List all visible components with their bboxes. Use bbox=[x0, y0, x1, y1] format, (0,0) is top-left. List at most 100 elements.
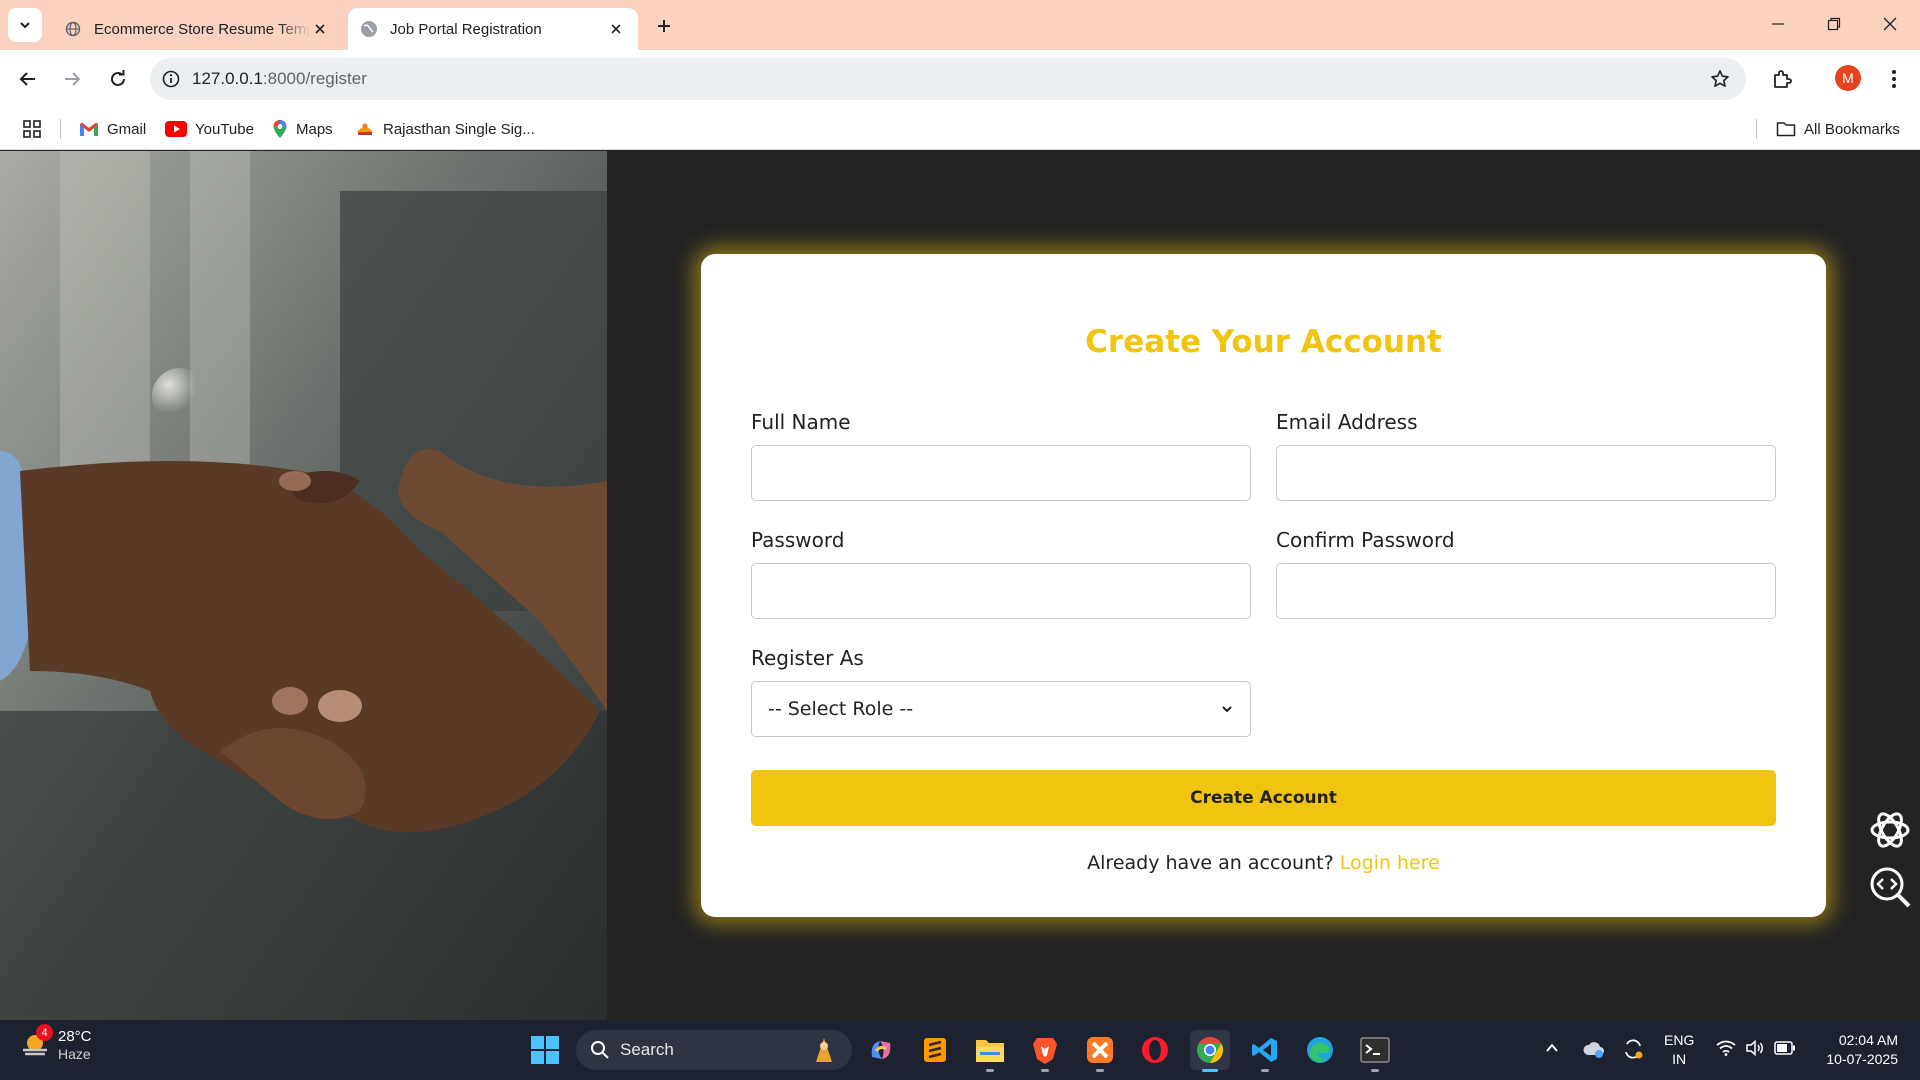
role-select[interactable]: -- Select Role -- bbox=[751, 681, 1251, 737]
reload-button[interactable] bbox=[102, 63, 134, 95]
kebab-menu-icon bbox=[1892, 70, 1896, 88]
browser-menu-button[interactable] bbox=[1878, 63, 1910, 95]
create-account-button[interactable]: Create Account bbox=[751, 770, 1776, 826]
puzzle-icon bbox=[1774, 70, 1792, 88]
bookmark-rajasthan[interactable]: Rajasthan Single Sig... bbox=[355, 116, 535, 142]
handshake-illustration bbox=[0, 151, 607, 1020]
weather-condition: Haze bbox=[58, 1046, 91, 1062]
region-code: IN bbox=[1672, 1051, 1687, 1067]
globe-icon bbox=[360, 20, 378, 38]
login-prompt-line: Already have an account? Login here bbox=[701, 852, 1826, 874]
system-clock[interactable]: 02:04 AM 10-07-2025 bbox=[1812, 1031, 1898, 1069]
taskbar-chrome[interactable] bbox=[1190, 1030, 1230, 1072]
close-icon[interactable] bbox=[606, 19, 626, 39]
start-button[interactable] bbox=[525, 1030, 565, 1070]
language-code: ENG bbox=[1664, 1032, 1695, 1048]
speaker-icon bbox=[1746, 1040, 1763, 1056]
ai-assistant-icon[interactable] bbox=[1866, 806, 1914, 854]
taskbar-brave[interactable] bbox=[1025, 1030, 1065, 1072]
taskbar-sublime[interactable] bbox=[915, 1030, 955, 1070]
bookmark-star-icon[interactable] bbox=[1708, 67, 1732, 91]
restore-button[interactable] bbox=[1814, 8, 1854, 40]
bookmark-label: YouTube bbox=[195, 120, 254, 138]
apps-grid-icon bbox=[23, 120, 41, 138]
confirm-password-label: Confirm Password bbox=[1276, 528, 1455, 552]
tab-search-button[interactable] bbox=[8, 8, 42, 42]
onedrive-tray[interactable] bbox=[1581, 1036, 1607, 1062]
sync-icon bbox=[1625, 1039, 1643, 1059]
address-bar[interactable]: 127.0.0.1:8000/register bbox=[150, 58, 1746, 100]
forward-button[interactable] bbox=[56, 63, 88, 95]
back-button[interactable] bbox=[12, 63, 44, 95]
bookmark-maps[interactable]: Maps bbox=[272, 116, 333, 142]
password-input[interactable] bbox=[751, 563, 1251, 619]
volume-tray[interactable] bbox=[1743, 1036, 1767, 1060]
tab-title: Ecommerce Store Resume Temp bbox=[94, 20, 310, 38]
taskbar-copilot[interactable] bbox=[861, 1030, 901, 1070]
login-prompt: Already have an account? bbox=[1087, 852, 1334, 874]
divider bbox=[60, 119, 61, 139]
folder-icon bbox=[1776, 122, 1796, 137]
login-link[interactable]: Login here bbox=[1340, 852, 1440, 874]
weather-widget[interactable]: 4 28°C Haze bbox=[20, 1024, 92, 1062]
bookmark-label: Maps bbox=[296, 120, 333, 138]
sync-tray[interactable] bbox=[1620, 1036, 1646, 1062]
windows-taskbar: 4 28°C Haze Search ENG IN 02:04 AM 10-07… bbox=[0, 1020, 1920, 1080]
chevron-down-icon bbox=[1222, 706, 1232, 713]
code-search-icon[interactable] bbox=[1866, 863, 1914, 911]
running-indicator bbox=[1261, 1069, 1269, 1072]
password-label: Password bbox=[751, 528, 845, 552]
minimize-button[interactable] bbox=[1758, 8, 1798, 40]
show-hidden-icons[interactable] bbox=[1540, 1036, 1564, 1060]
search-placeholder: Search bbox=[620, 1040, 674, 1059]
tab-strip: Ecommerce Store Resume Temp Job Portal R… bbox=[0, 0, 1920, 50]
close-window-button[interactable] bbox=[1870, 8, 1910, 40]
brave-icon bbox=[1033, 1038, 1057, 1064]
full-name-input[interactable] bbox=[751, 445, 1251, 501]
confirm-password-input[interactable] bbox=[1276, 563, 1776, 619]
weather-icon: 4 bbox=[20, 1024, 53, 1060]
role-selected-value: -- Select Role -- bbox=[768, 698, 914, 720]
url-path: :8000/register bbox=[262, 69, 367, 88]
wifi-tray[interactable] bbox=[1714, 1036, 1738, 1060]
vscode-icon bbox=[1252, 1038, 1277, 1062]
taskbar-vscode[interactable] bbox=[1245, 1030, 1285, 1072]
handshake-image bbox=[0, 151, 607, 1020]
taskbar-opera[interactable] bbox=[1135, 1030, 1175, 1070]
apps-button[interactable] bbox=[22, 116, 42, 142]
close-icon[interactable] bbox=[310, 19, 330, 39]
page-content: Create Your Account Full Name Email Addr… bbox=[0, 151, 1920, 1020]
chevron-up-icon bbox=[1546, 1043, 1558, 1052]
terminal-icon bbox=[1360, 1037, 1390, 1063]
wifi-icon bbox=[1716, 1040, 1736, 1056]
email-label: Email Address bbox=[1276, 410, 1418, 434]
email-input[interactable] bbox=[1276, 445, 1776, 501]
search-highlight-icon bbox=[816, 1038, 832, 1062]
new-tab-button[interactable] bbox=[650, 12, 678, 40]
taskbar-edge[interactable] bbox=[1300, 1030, 1340, 1070]
xampp-icon bbox=[1087, 1037, 1113, 1063]
restore-icon bbox=[1827, 17, 1841, 31]
taskbar-terminal[interactable] bbox=[1355, 1030, 1395, 1072]
tab-job-portal[interactable]: Job Portal Registration bbox=[348, 8, 638, 50]
taskbar-file-explorer[interactable] bbox=[970, 1030, 1010, 1072]
windows-icon bbox=[531, 1036, 559, 1064]
bookmark-youtube[interactable]: YouTube bbox=[165, 116, 254, 142]
all-bookmarks-button[interactable]: All Bookmarks bbox=[1776, 116, 1900, 142]
url-host: 127.0.0.1 bbox=[192, 69, 263, 88]
form-title: Create Your Account bbox=[1085, 324, 1442, 360]
role-label: Register As bbox=[751, 646, 864, 670]
extensions-button[interactable] bbox=[1766, 63, 1798, 95]
taskbar-xampp[interactable] bbox=[1080, 1030, 1120, 1072]
taskbar-search[interactable]: Search bbox=[576, 1030, 852, 1070]
bookmark-gmail[interactable]: Gmail bbox=[79, 116, 146, 142]
gmail-icon bbox=[80, 122, 98, 136]
profile-avatar[interactable]: M bbox=[1835, 65, 1861, 91]
chevron-down-icon bbox=[20, 22, 30, 29]
site-info-icon[interactable] bbox=[150, 58, 192, 100]
input-language[interactable]: ENG IN bbox=[1664, 1031, 1694, 1069]
tab-ecommerce[interactable]: Ecommerce Store Resume Temp bbox=[52, 8, 342, 50]
battery-tray[interactable] bbox=[1773, 1036, 1797, 1060]
edge-icon bbox=[1307, 1037, 1333, 1063]
tab-title: Job Portal Registration bbox=[390, 20, 542, 38]
